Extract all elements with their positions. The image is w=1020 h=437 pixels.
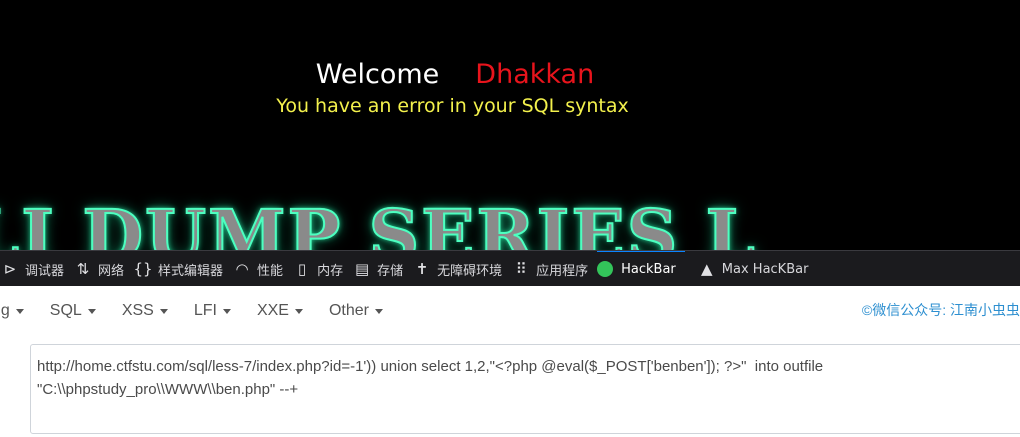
caret-down-icon: [222, 308, 231, 314]
menu-xss[interactable]: XSS: [122, 302, 168, 320]
tab-label: 存储: [377, 263, 404, 279]
welcome-line: Welcome Dhakkan: [0, 58, 910, 92]
url-line-1: http://home.ctfstu.com/sql/less-7/index.…: [37, 358, 824, 375]
tab-hackbar[interactable]: HackBar: [597, 251, 685, 287]
memory-icon: ▯: [297, 260, 307, 278]
page-content: Welcome Dhakkan You have an error in your…: [0, 0, 1020, 250]
tab-label: 内存: [317, 263, 344, 279]
tab-debugger[interactable]: ⊳ 调试器: [0, 251, 73, 287]
menu-label: LFI: [193, 302, 217, 319]
url-input[interactable]: http://home.ctfstu.com/sql/less-7/index.…: [30, 344, 1020, 434]
tab-performance[interactable]: ◠ 性能: [232, 251, 292, 287]
menu-label: Other: [328, 302, 369, 319]
tab-label: 网络: [98, 263, 125, 279]
tab-label: 性能: [257, 263, 284, 279]
tab-application[interactable]: ⠿ 应用程序: [511, 251, 597, 287]
application-icon: ⠿: [515, 260, 527, 278]
storage-icon: ▤: [354, 260, 370, 278]
tab-memory[interactable]: ▯ 内存: [292, 251, 352, 287]
tab-label: HackBar: [621, 261, 676, 277]
caret-down-icon: [87, 308, 96, 314]
tab-storage[interactable]: ▤ 存储: [352, 251, 412, 287]
tab-label: 样式编辑器: [158, 263, 224, 279]
tab-network[interactable]: ⇅ 网络: [73, 251, 133, 287]
style-editor-icon: {}: [133, 260, 153, 278]
tab-label: Max HacKBar: [721, 261, 809, 277]
tab-label: 应用程序: [536, 263, 589, 279]
url-line-2: "C:\\phpstudy_pro\\WWW\\ben.php" --+: [37, 381, 299, 398]
hackbar-toolbar: ng SQL XSS LFI XXE Other ©微信公众号: 江南小虫虫: [0, 286, 1020, 337]
debugger-icon: ⊳: [3, 260, 17, 278]
username-text: Dhakkan: [475, 59, 595, 90]
welcome-text: Welcome: [315, 59, 440, 90]
performance-icon: ◠: [235, 260, 249, 278]
menu-label: XSS: [121, 302, 154, 319]
menu-other[interactable]: Other: [329, 302, 383, 320]
menu-label: XXE: [256, 302, 289, 319]
menu-xxe[interactable]: XXE: [257, 302, 303, 320]
series-banner-logo: LI DUMP SERIES L: [0, 194, 757, 251]
devtools-tab-bar: ⊳ 调试器 ⇅ 网络 {} 样式编辑器 ◠ 性能 ▯ 内存 ▤ 存储 ✝ 无障碍…: [0, 250, 1020, 287]
network-icon: ⇅: [76, 260, 90, 278]
watermark-text: ©微信公众号: 江南小虫虫: [861, 302, 1020, 318]
caret-down-icon: [374, 308, 383, 314]
tab-max-hackbar[interactable]: ▲ Max HacKBar: [697, 251, 818, 287]
menu-lfi[interactable]: LFI: [194, 302, 231, 320]
tab-label: 调试器: [25, 263, 65, 279]
hackbar-body: http://home.ctfstu.com/sql/less-7/index.…: [0, 336, 1020, 437]
tab-style-editor[interactable]: {} 样式编辑器: [133, 251, 232, 287]
caret-down-icon: [159, 308, 168, 314]
menu-label: ng: [0, 302, 10, 319]
hackbar-icon: [597, 261, 614, 277]
menu-sql[interactable]: SQL: [50, 302, 96, 320]
accessibility-icon: ✝: [415, 260, 429, 278]
caret-down-icon: [15, 308, 24, 314]
sql-error-message: You have an error in your SQL syntax: [276, 95, 629, 117]
menu-encoding[interactable]: ng: [0, 302, 24, 320]
caret-down-icon: [294, 308, 303, 314]
max-hackbar-icon: ▲: [701, 260, 713, 278]
menu-label: SQL: [49, 302, 82, 319]
tab-label: 无障碍环境: [437, 263, 503, 279]
tab-accessibility[interactable]: ✝ 无障碍环境: [412, 251, 511, 287]
